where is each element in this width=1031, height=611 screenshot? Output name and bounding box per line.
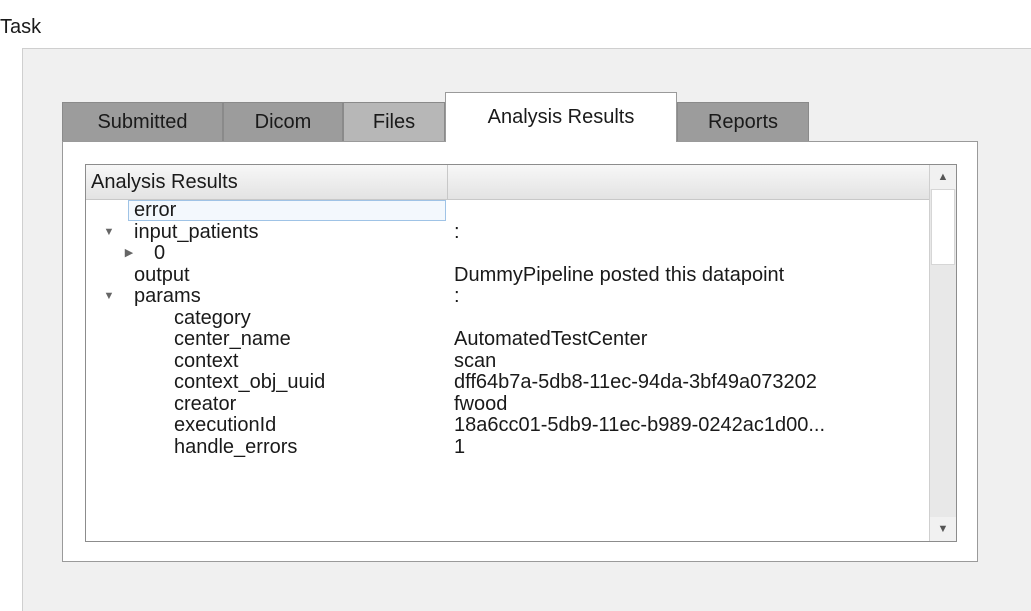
tab-files[interactable]: Files — [343, 102, 445, 142]
tree-row-value: 18a6cc01-5db9-11ec-b989-0242ac1d00... — [454, 414, 826, 436]
tree-row-value: dff64b7a-5db8-11ec-94da-3bf49a073202 — [454, 371, 817, 393]
tree-row[interactable]: handle_errors 1 — [86, 435, 930, 459]
tab-label: Reports — [707, 111, 779, 133]
tree-row-key: creator — [174, 392, 237, 415]
tab-label: Analysis Results — [487, 106, 635, 128]
tree-row-value: : — [454, 220, 460, 243]
tab-label: Dicom — [254, 111, 312, 133]
tree-row-key: input_patients — [134, 220, 259, 243]
tree-row-value: fwood — [454, 392, 508, 415]
tree-row-key: params — [134, 285, 201, 307]
triangle-down-icon[interactable]: ▼ — [102, 222, 116, 244]
scrollbar-thumb[interactable] — [931, 189, 955, 265]
analysis-results-tree[interactable]: Analysis Results error ▼ input_patients: ▶ 0… — [85, 164, 957, 542]
tree-row-value: : — [454, 285, 460, 307]
triangle-down-icon[interactable]: ▼ — [102, 286, 116, 308]
tree-row-key: executionId — [174, 414, 277, 436]
tab-container: Submitted Dicom Files Analysis Results R… — [62, 92, 978, 562]
tree-row[interactable]: center_name AutomatedTestCenter — [86, 328, 930, 351]
tab-reports[interactable]: Reports — [677, 102, 809, 142]
tab-analysis-results[interactable]: Analysis Results — [445, 92, 677, 142]
panel-title: Task — [0, 16, 42, 38]
tree-row-key: context_obj_uuid — [174, 371, 326, 393]
tree-rows: error ▼ input_patients: ▶ 0 output DummyPipeli… — [86, 199, 930, 459]
tree-row-key: handle_errors — [174, 435, 298, 458]
tree-row[interactable]: ▼ params: — [86, 285, 930, 308]
tab-label: Files — [372, 111, 416, 133]
column-header-key[interactable]: Analysis Results — [86, 165, 448, 199]
tree-row-key: center_name — [174, 328, 291, 350]
scroll-down-arrow-icon[interactable]: ▼ — [930, 517, 956, 541]
tree-row[interactable]: output DummyPipeline posted this datapoin… — [86, 263, 930, 287]
tree-header: Analysis Results — [86, 165, 930, 200]
tab-bar: Submitted Dicom Files Analysis Results R… — [62, 92, 978, 142]
tree-row[interactable]: context_obj_uuid dff64b7a-5db8-11ec-94da-… — [86, 371, 930, 394]
tree-row-value: 1 — [454, 435, 466, 458]
vertical-scrollbar[interactable]: ▲ ▼ — [929, 165, 956, 541]
tree-row-key: category — [174, 306, 251, 329]
tree-row[interactable]: ▼ input_patients: — [86, 220, 930, 244]
tree-row-key: output — [134, 263, 190, 286]
tree-row[interactable]: executionId 18a6cc01-5db9-11ec-b989-0242a… — [86, 414, 930, 437]
tab-submitted[interactable]: Submitted — [62, 102, 223, 142]
tab-label: Submitted — [97, 111, 188, 133]
task-window: Task Submitted Dicom Files Analysis Resu… — [0, 0, 1031, 611]
triangle-right-icon[interactable]: ▶ — [122, 243, 136, 265]
tree-row[interactable]: category — [86, 306, 930, 330]
tree-row[interactable]: ▶ 0 — [86, 242, 930, 265]
tree-row[interactable]: error — [86, 199, 930, 222]
scroll-up-arrow-icon[interactable]: ▲ — [930, 165, 956, 189]
tree-row-value: AutomatedTestCenter — [454, 328, 648, 350]
tree-row[interactable]: creator fwood — [86, 392, 930, 416]
tab-dicom[interactable]: Dicom — [223, 102, 343, 142]
analysis-results-panel: Analysis Results error ▼ input_patients: ▶ 0… — [62, 141, 978, 562]
tree-row-key: context — [174, 349, 239, 372]
tree-row-value: DummyPipeline posted this datapoint — [454, 263, 785, 286]
tree-row[interactable]: context scan — [86, 349, 930, 373]
tree-row-value: scan — [454, 349, 497, 372]
column-header-value[interactable] — [448, 165, 930, 199]
tree-row-key: error — [134, 199, 177, 221]
tree-row-key: 0 — [154, 242, 166, 264]
